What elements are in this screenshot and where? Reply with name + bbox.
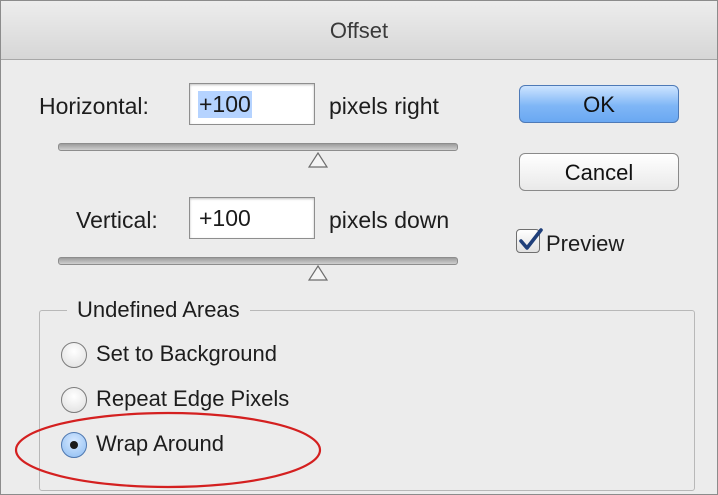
radio-set-to-background[interactable] (61, 342, 87, 368)
ok-button[interactable]: OK (519, 85, 679, 123)
horizontal-slider-thumb[interactable] (308, 152, 328, 168)
vertical-unit-label: pixels down (329, 207, 450, 233)
undefined-areas-title: Undefined Areas (67, 297, 250, 323)
radio-repeat-edge-pixels[interactable] (61, 387, 87, 413)
vertical-slider-track[interactable] (58, 257, 458, 265)
preview-label: Preview (546, 231, 625, 256)
dialog-title: Offset (329, 18, 389, 43)
vertical-slider-thumb[interactable] (308, 265, 328, 281)
vertical-label: Vertical: (76, 207, 158, 233)
preview-checkbox[interactable] (516, 228, 543, 253)
cancel-button[interactable]: Cancel (519, 153, 679, 191)
radio-label-wrap-around: Wrap Around (96, 431, 225, 456)
offset-dialog: Offset Horizontal: +100 pixels right Ver… (0, 0, 718, 495)
checkmark-icon (519, 228, 543, 250)
horizontal-input[interactable]: +100 (189, 83, 315, 125)
horizontal-slider-track[interactable] (58, 143, 458, 151)
vertical-input-value: +100 (199, 205, 251, 231)
radio-selected-dot (70, 441, 78, 449)
horizontal-input-value: +100 (198, 91, 252, 118)
vertical-input[interactable]: +100 (189, 197, 315, 239)
radio-wrap-around[interactable] (61, 432, 87, 458)
horizontal-unit-label: pixels right (329, 93, 439, 119)
radio-label-set-to-background: Set to Background (96, 341, 278, 366)
horizontal-label: Horizontal: (39, 93, 149, 119)
title-bar[interactable]: Offset (1, 1, 717, 60)
radio-label-repeat-edge-pixels: Repeat Edge Pixels (96, 386, 290, 411)
